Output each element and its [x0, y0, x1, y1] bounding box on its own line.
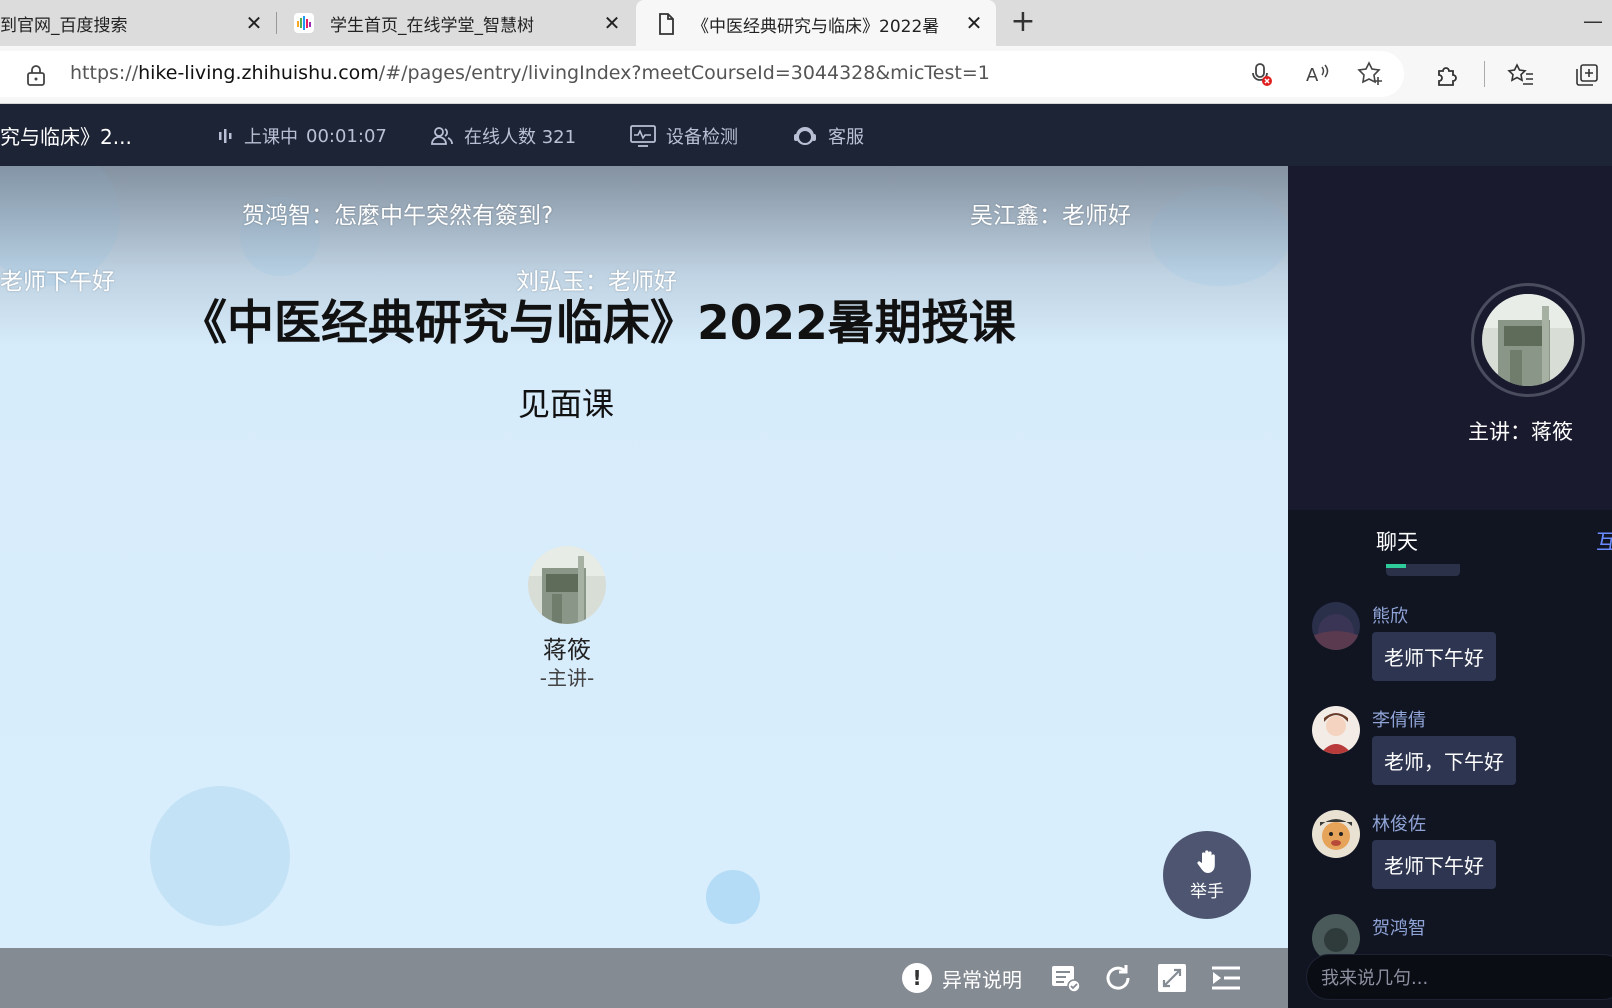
tab-chat[interactable]: 聊天	[1376, 526, 1418, 556]
browser-tab-zhihuishu[interactable]: 学生首页_在线学堂_智慧树 ✕	[280, 0, 634, 46]
active-tab-indicator	[1386, 564, 1406, 568]
decor-blob	[706, 870, 760, 924]
chat-bubble: 老师下午好	[1372, 632, 1496, 681]
slide-subtitle: 见面课	[518, 385, 615, 423]
chat-panel: 聊天 互 熊欣 老师下午好 李倩倩 老师，下午好 林俊佐 老师下午好 贺鸿智	[1288, 510, 1612, 1008]
hand-icon	[1197, 849, 1215, 873]
collapse-panel-button[interactable]	[1210, 962, 1242, 994]
chat-bubble: 老师下午好	[1372, 840, 1496, 889]
slide-title: 《中医经典研究与临床》2022暑期授课	[180, 296, 1016, 351]
url-text[interactable]: https://hike-living.zhihuishu.com/#/page…	[70, 62, 990, 84]
new-tab-button[interactable]: +	[1006, 6, 1040, 40]
chat-input[interactable]	[1321, 965, 1611, 991]
browser-tab-baidu[interactable]: 到官网_百度搜索 ✕	[0, 0, 276, 46]
svg-text:A: A	[1306, 65, 1319, 86]
close-tab-icon[interactable]: ✕	[600, 11, 624, 35]
host-label: 主讲：蒋筱	[1468, 420, 1573, 444]
danmu-toggle-button[interactable]	[1050, 962, 1082, 994]
bottom-control-bar: ! 异常说明	[0, 948, 1288, 1008]
live-room-header: 究与临床》2... 上课中 00:01:07 在线人数 321 设备检测 客服	[0, 104, 1612, 166]
page-icon	[659, 13, 674, 35]
teacher-avatar	[528, 546, 606, 624]
user-avatar	[1312, 706, 1360, 754]
toolbar-divider	[1484, 61, 1485, 87]
chat-input-box[interactable]	[1306, 954, 1612, 1000]
class-elapsed-time: 00:01:07	[306, 125, 387, 147]
tab-divider	[276, 12, 277, 34]
chat-username: 熊欣	[1372, 606, 1408, 627]
exclamation-icon: !	[902, 963, 932, 993]
issue-report-button[interactable]: ! 异常说明	[902, 963, 1022, 993]
raise-hand-button[interactable]: 举手	[1163, 831, 1251, 919]
microphone-blocked-icon[interactable]	[1246, 59, 1276, 89]
monitor-icon	[630, 125, 656, 147]
danmu-message: 老师下午好	[0, 269, 115, 295]
fullscreen-button[interactable]	[1156, 962, 1188, 994]
host-avatar	[1482, 294, 1574, 386]
browser-tab-active-course[interactable]: 《中医经典研究与临床》2022暑 ✕	[636, 0, 996, 48]
extensions-icon[interactable]	[1432, 60, 1462, 90]
url-host: hike-living.zhihuishu.com	[138, 62, 379, 84]
presentation-stage: 贺鸿智：怎麼中午突然有簽到? 吴江鑫：老师好 老师下午好 刘弘玉：老师好 《中医…	[0, 166, 1288, 948]
browser-tab-strip: 到官网_百度搜索 ✕ 学生首页_在线学堂_智慧树 ✕ 《中医经典研究与临床》20…	[0, 0, 1612, 48]
screen: 到官网_百度搜索 ✕ 学生首页_在线学堂_智慧树 ✕ 《中医经典研究与临床》20…	[0, 0, 1612, 1008]
danmu-message: 贺鸿智：怎麼中午突然有簽到?	[242, 203, 554, 229]
teacher-role: -主讲-	[539, 666, 595, 690]
online-count: 在线人数 321	[430, 123, 576, 149]
users-icon	[431, 127, 453, 145]
zhihuishu-favicon-icon	[294, 13, 314, 33]
refresh-icon	[1106, 965, 1130, 990]
class-status-label: 上课中	[244, 127, 298, 148]
close-tab-icon[interactable]: ✕	[962, 11, 986, 35]
decor-blob	[150, 786, 290, 926]
tab-title: 学生首页_在线学堂_智慧树	[330, 15, 534, 36]
collections-icon[interactable]	[1572, 60, 1602, 90]
close-tab-icon[interactable]: ✕	[242, 11, 266, 35]
add-favorite-icon[interactable]	[1356, 59, 1386, 89]
chat-username: 林俊佐	[1372, 814, 1426, 835]
refresh-button[interactable]	[1102, 962, 1134, 994]
user-avatar	[1312, 810, 1360, 858]
user-avatar	[1312, 602, 1360, 650]
danmu-icon	[1052, 966, 1081, 993]
customer-service-label: 客服	[828, 127, 864, 148]
tab-title: 到官网_百度搜索	[0, 15, 128, 36]
address-bar[interactable]: https://hike-living.zhihuishu.com/#/page…	[0, 51, 1404, 97]
online-count-label: 在线人数 321	[464, 127, 577, 148]
read-aloud-icon[interactable]: A	[1302, 59, 1332, 89]
url-scheme: https://	[70, 62, 139, 84]
tab-title: 《中医经典研究与临床》2022暑	[692, 16, 940, 37]
url-path: /#/pages/entry/livingIndex?meetCourseId=…	[378, 62, 990, 84]
issue-report-label: 异常说明	[942, 967, 1022, 992]
browser-toolbar: https://hike-living.zhihuishu.com/#/page…	[0, 46, 1612, 104]
chat-username: 李倩倩	[1372, 710, 1426, 731]
device-check-button[interactable]: 设备检测	[630, 123, 738, 149]
device-check-label: 设备检测	[666, 127, 738, 148]
minimize-window-button[interactable]: —	[1578, 8, 1608, 38]
chat-username: 贺鸿智	[1372, 918, 1426, 939]
raise-hand-label: 举手	[1190, 881, 1224, 902]
favorites-icon[interactable]	[1506, 60, 1536, 90]
audio-level-icon	[219, 129, 232, 143]
danmu-message: 吴江鑫：老师好	[970, 203, 1131, 229]
teacher-name: 蒋筱	[543, 636, 591, 664]
tab-interaction[interactable]: 互	[1596, 526, 1612, 556]
fullscreen-icon	[1158, 964, 1186, 992]
class-status: 上课中 00:01:07	[218, 123, 387, 149]
customer-service-button[interactable]: 客服	[792, 123, 864, 149]
chat-bubble: 老师，下午好	[1372, 736, 1516, 785]
course-title: 究与临床》2...	[0, 125, 132, 149]
lock-icon[interactable]	[26, 64, 46, 86]
headset-icon	[794, 127, 816, 145]
collapse-menu-icon	[1212, 966, 1240, 990]
